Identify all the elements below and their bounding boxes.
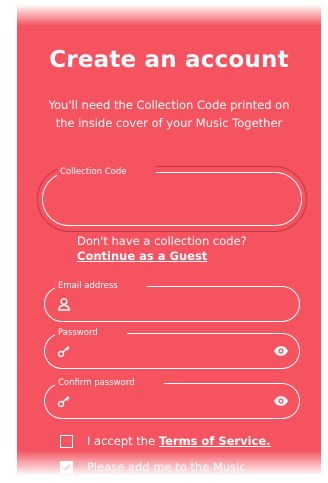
- confirm-password-label: Confirm password: [55, 377, 164, 389]
- page-title: Create an account: [49, 47, 289, 73]
- top-fade: [17, 4, 321, 26]
- terms-prefix: I accept the: [87, 434, 159, 448]
- collection-code-input[interactable]: [57, 189, 267, 211]
- mailing-row: Please add me to the Music Together Worl…: [60, 461, 297, 483]
- mailing-text: Please add me to the Music Together Worl…: [87, 460, 271, 483]
- confirm-password-input[interactable]: [75, 392, 265, 414]
- key-icon: [57, 346, 70, 358]
- eye-icon[interactable]: [273, 344, 289, 358]
- email-field[interactable]: Email address: [44, 280, 300, 322]
- terms-checkbox[interactable]: [60, 435, 73, 448]
- continue-as-guest-link[interactable]: Continue as a Guest: [77, 249, 207, 263]
- page-subtitle: You'll need the Collection Code printed …: [48, 98, 290, 130]
- key-icon: [57, 396, 70, 408]
- email-label: Email address: [55, 280, 147, 292]
- password-input[interactable]: [75, 342, 265, 364]
- terms-of-service-link[interactable]: Terms of Service.: [159, 434, 271, 448]
- terms-text: I accept the Terms of Service.: [87, 435, 271, 448]
- password-label: Password: [55, 327, 127, 339]
- eye-icon[interactable]: [273, 394, 289, 408]
- confirm-password-field[interactable]: Confirm password: [44, 377, 300, 419]
- user-icon: [57, 297, 71, 311]
- terms-row: I accept the Terms of Service.: [60, 435, 271, 448]
- screen: Create an account You'll need the Collec…: [0, 0, 328, 483]
- collection-code-label: Collection Code: [57, 166, 156, 178]
- no-code-text: Don't have a collection code?: [77, 234, 247, 248]
- collection-code-field[interactable]: Collection Code: [42, 166, 302, 226]
- mailing-checkbox[interactable]: [60, 461, 73, 474]
- checkmark-icon: [62, 464, 71, 472]
- password-field[interactable]: Password: [44, 327, 300, 369]
- email-input[interactable]: [75, 295, 265, 317]
